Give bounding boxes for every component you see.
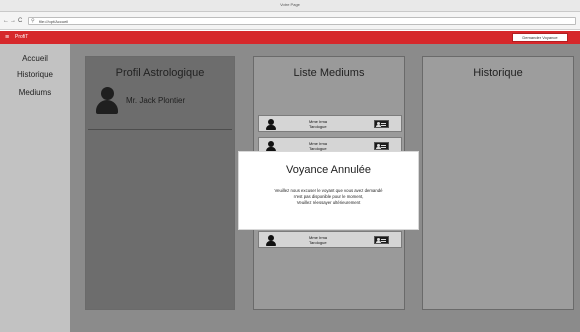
search-icon: ⚲ [31,18,35,24]
sidebar-item-accueil[interactable]: Accueil [0,54,70,63]
historique-title: Historique [473,67,523,79]
app-header: ≡ ProfiT Demander Voyance [0,31,580,44]
forward-icon[interactable]: → [10,17,16,25]
url-text: file:///opt/Accueil [39,19,69,24]
mediums-title: Liste Mediums [293,67,365,79]
contact-card-icon[interactable] [374,236,389,244]
sidebar-item-mediums[interactable]: Mediums [0,88,70,97]
contact-card-icon[interactable] [374,120,389,128]
historique-panel: Historique [422,56,574,310]
browser-titlebar: Votre Page [0,0,580,12]
app-brand: ProfiT [15,34,29,40]
profil-title: Profil Astrologique [115,67,205,79]
url-input[interactable]: ⚲ file:///opt/Accueil [28,17,576,25]
user-avatar-icon [96,87,118,119]
back-icon[interactable]: ← [3,17,9,25]
user-icon [266,235,276,246]
browser-addressbar: ← → C ⚲ file:///opt/Accueil [0,12,580,30]
medium-card[interactable]: Mme Irma Tarologue [258,115,402,132]
profile-user-name: Mr. Jack Plontier [126,96,186,105]
user-icon [266,119,276,130]
dialog-message: Veuillez nous excuser le voyant que vous… [245,188,412,206]
demander-voyance-button[interactable]: Demander Voyance [512,33,568,42]
profil-panel: Profil Astrologique Mr. Jack Plontier [85,56,235,310]
medium-type: Tarologue [309,240,327,245]
hamburger-menu-icon[interactable]: ≡ [5,34,9,41]
contact-card-icon[interactable] [374,142,389,150]
dialog-message-line: Veuillez réessayer ultérieurement [296,200,361,205]
profile-divider [88,129,232,130]
browser-title: Votre Page [280,2,300,7]
voyance-annulee-dialog: Voyance Annulée Veuillez nous excuser le… [238,151,419,230]
medium-type: Tarologue [309,124,327,129]
dialog-title: Voyance Annulée [285,164,372,176]
sidebar-item-historique[interactable]: Historique [0,70,70,79]
reload-icon[interactable]: C [18,17,22,25]
sidebar: Accueil Historique Mediums [0,44,70,332]
medium-card[interactable]: Mme Irma Tarologue [258,231,402,248]
